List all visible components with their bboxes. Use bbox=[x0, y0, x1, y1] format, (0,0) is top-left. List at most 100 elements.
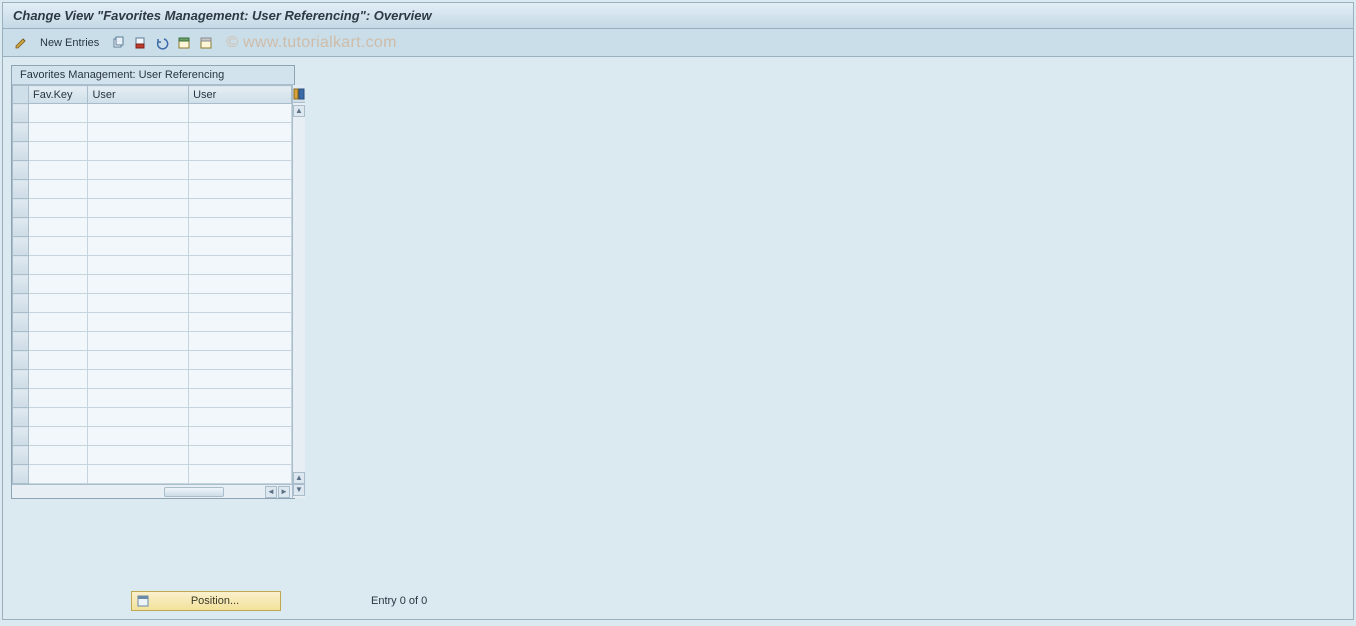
cell-favkey[interactable] bbox=[29, 104, 88, 123]
cell-user2[interactable] bbox=[189, 237, 292, 256]
cell-favkey[interactable] bbox=[29, 256, 88, 275]
cell-user2[interactable] bbox=[189, 446, 292, 465]
cell-user2[interactable] bbox=[189, 389, 292, 408]
cell-input-favkey[interactable] bbox=[29, 161, 87, 179]
cell-user2[interactable] bbox=[189, 351, 292, 370]
cell-input-user1[interactable] bbox=[88, 389, 188, 407]
cell-input-user1[interactable] bbox=[88, 142, 188, 160]
row-selector[interactable] bbox=[13, 446, 29, 465]
position-button[interactable]: Position... bbox=[131, 591, 281, 611]
copy-icon[interactable] bbox=[108, 33, 128, 53]
hscroll-left-icon[interactable]: ◄ bbox=[265, 486, 277, 498]
cell-user1[interactable] bbox=[88, 180, 189, 199]
select-all-icon[interactable] bbox=[174, 33, 194, 53]
cell-input-user2[interactable] bbox=[189, 465, 291, 483]
cell-user1[interactable] bbox=[88, 294, 189, 313]
cell-input-favkey[interactable] bbox=[29, 313, 87, 331]
cell-input-favkey[interactable] bbox=[29, 104, 87, 122]
cell-favkey[interactable] bbox=[29, 123, 88, 142]
row-selector[interactable] bbox=[13, 237, 29, 256]
cell-user1[interactable] bbox=[88, 465, 189, 484]
cell-user1[interactable] bbox=[88, 446, 189, 465]
cell-user1[interactable] bbox=[88, 104, 189, 123]
cell-input-favkey[interactable] bbox=[29, 199, 87, 217]
cell-input-user2[interactable] bbox=[189, 123, 291, 141]
cell-input-favkey[interactable] bbox=[29, 275, 87, 293]
cell-input-user2[interactable] bbox=[189, 180, 291, 198]
cell-input-user1[interactable] bbox=[88, 446, 188, 464]
col-header-user2[interactable]: User bbox=[189, 86, 292, 104]
cell-input-user1[interactable] bbox=[88, 256, 188, 274]
cell-user1[interactable] bbox=[88, 256, 189, 275]
cell-input-user1[interactable] bbox=[88, 370, 188, 388]
cell-user1[interactable] bbox=[88, 237, 189, 256]
cell-input-user2[interactable] bbox=[189, 313, 291, 331]
cell-user2[interactable] bbox=[189, 465, 292, 484]
cell-favkey[interactable] bbox=[29, 275, 88, 294]
cell-user2[interactable] bbox=[189, 161, 292, 180]
cell-user1[interactable] bbox=[88, 351, 189, 370]
hscroll-right-icon[interactable]: ► bbox=[278, 486, 290, 498]
cell-input-user2[interactable] bbox=[189, 275, 291, 293]
cell-user1[interactable] bbox=[88, 332, 189, 351]
cell-input-user2[interactable] bbox=[189, 142, 291, 160]
cell-input-user2[interactable] bbox=[189, 408, 291, 426]
cell-user1[interactable] bbox=[88, 370, 189, 389]
edit-icon[interactable] bbox=[11, 33, 31, 53]
cell-favkey[interactable] bbox=[29, 237, 88, 256]
row-selector[interactable] bbox=[13, 370, 29, 389]
cell-user2[interactable] bbox=[189, 142, 292, 161]
cell-input-favkey[interactable] bbox=[29, 218, 87, 236]
cell-user2[interactable] bbox=[189, 313, 292, 332]
vscroll-down-icon[interactable]: ▲ bbox=[293, 472, 305, 484]
cell-input-favkey[interactable] bbox=[29, 408, 87, 426]
select-all-corner[interactable] bbox=[13, 86, 29, 104]
row-selector[interactable] bbox=[13, 123, 29, 142]
cell-input-favkey[interactable] bbox=[29, 332, 87, 350]
row-selector[interactable] bbox=[13, 313, 29, 332]
cell-user2[interactable] bbox=[189, 104, 292, 123]
cell-input-user2[interactable] bbox=[189, 389, 291, 407]
cell-user1[interactable] bbox=[88, 199, 189, 218]
row-selector[interactable] bbox=[13, 256, 29, 275]
cell-user2[interactable] bbox=[189, 427, 292, 446]
cell-input-user1[interactable] bbox=[88, 199, 188, 217]
cell-user2[interactable] bbox=[189, 180, 292, 199]
cell-input-user2[interactable] bbox=[189, 256, 291, 274]
cell-input-favkey[interactable] bbox=[29, 237, 87, 255]
vscroll-up-icon[interactable]: ▲ bbox=[293, 105, 305, 117]
cell-input-user1[interactable] bbox=[88, 275, 188, 293]
cell-favkey[interactable] bbox=[29, 218, 88, 237]
cell-favkey[interactable] bbox=[29, 199, 88, 218]
cell-input-user2[interactable] bbox=[189, 104, 291, 122]
cell-input-user2[interactable] bbox=[189, 351, 291, 369]
cell-favkey[interactable] bbox=[29, 332, 88, 351]
col-header-favkey[interactable]: Fav.Key bbox=[29, 86, 88, 104]
cell-favkey[interactable] bbox=[29, 180, 88, 199]
cell-input-user1[interactable] bbox=[88, 465, 188, 483]
cell-user2[interactable] bbox=[189, 408, 292, 427]
new-entries-button[interactable]: New Entries bbox=[33, 33, 106, 53]
cell-favkey[interactable] bbox=[29, 446, 88, 465]
cell-input-favkey[interactable] bbox=[29, 180, 87, 198]
cell-input-user2[interactable] bbox=[189, 237, 291, 255]
cell-user1[interactable] bbox=[88, 427, 189, 446]
col-header-user1[interactable]: User bbox=[88, 86, 189, 104]
cell-input-user1[interactable] bbox=[88, 351, 188, 369]
cell-user2[interactable] bbox=[189, 294, 292, 313]
cell-input-user1[interactable] bbox=[88, 180, 188, 198]
cell-favkey[interactable] bbox=[29, 389, 88, 408]
row-selector[interactable] bbox=[13, 275, 29, 294]
cell-input-user2[interactable] bbox=[189, 218, 291, 236]
cell-input-favkey[interactable] bbox=[29, 370, 87, 388]
table-settings-icon[interactable] bbox=[293, 85, 305, 103]
vertical-scrollbar[interactable]: ▲ ▲ ▼ bbox=[293, 103, 305, 498]
deselect-all-icon[interactable] bbox=[196, 33, 216, 53]
delete-icon[interactable] bbox=[130, 33, 150, 53]
cell-input-user1[interactable] bbox=[88, 123, 188, 141]
cell-favkey[interactable] bbox=[29, 408, 88, 427]
cell-input-user1[interactable] bbox=[88, 218, 188, 236]
cell-input-user2[interactable] bbox=[189, 294, 291, 312]
horizontal-scrollbar[interactable]: ◄ ► bbox=[12, 484, 292, 498]
cell-input-user2[interactable] bbox=[189, 332, 291, 350]
